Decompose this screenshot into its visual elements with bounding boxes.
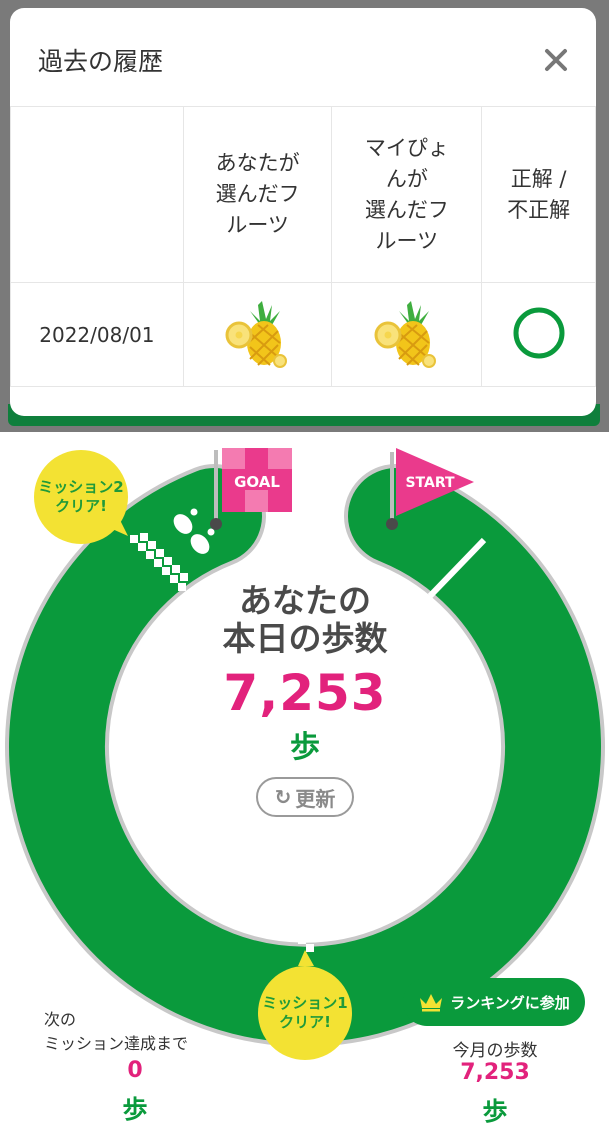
pineapple-icon: [374, 300, 436, 368]
row-date: 2022/08/01: [10, 282, 184, 387]
join-ranking-button[interactable]: ランキングに参加: [403, 978, 585, 1026]
mission2-clear-bubble: ミッション2 クリア!: [34, 450, 128, 544]
row-your-fruit: [182, 282, 333, 387]
goal-flag-label: GOAL: [234, 473, 280, 491]
column-header-mypyon-fruit: マイぴょ んが 選んだフ ルーツ: [331, 106, 483, 283]
crown-icon: [420, 994, 443, 1012]
today-steps-value: 7,253: [223, 664, 387, 722]
row-mypyon-fruit: [331, 282, 483, 387]
history-modal: 過去の履歴 あなたが 選んだフ ルーツ マイぴょ んが 選んだフ ルーツ 正解 …: [10, 8, 596, 416]
refresh-button[interactable]: ↻ 更新: [256, 777, 354, 817]
correct-circle-icon: [513, 307, 565, 358]
refresh-icon: ↻: [274, 785, 292, 809]
column-header-result: 正解 / 不正解: [481, 106, 596, 283]
today-steps-title: あなたの 本日の歩数: [222, 581, 388, 658]
next-mission-remaining-value: 0: [127, 1058, 143, 1083]
today-steps-unit: 歩: [290, 730, 320, 765]
start-flag-label: START: [405, 475, 455, 491]
modal-header: 過去の履歴: [10, 8, 596, 106]
column-header-your-fruit: あなたが 選んだフ ルーツ: [182, 106, 333, 283]
row-result: [481, 282, 596, 387]
join-ranking-label: ランキングに参加: [450, 993, 570, 1012]
modal-title: 過去の履歴: [38, 47, 164, 76]
next-mission-remaining-unit: 歩: [122, 1095, 148, 1124]
table-row: 2022/08/01: [10, 282, 596, 387]
table-header-row: あなたが 選んだフ ルーツ マイぴょ んが 選んだフ ルーツ 正解 / 不正解: [10, 106, 596, 283]
close-icon: [545, 49, 567, 71]
refresh-label: 更新: [295, 786, 336, 811]
column-header-date: [10, 106, 184, 283]
month-steps-value: 7,253: [460, 1060, 530, 1085]
pineapple-icon: [225, 300, 287, 368]
month-steps-label: 今月の歩数: [452, 1041, 538, 1061]
history-table: あなたが 選んだフ ルーツ マイぴょ んが 選んだフ ルーツ 正解 / 不正解 …: [10, 106, 596, 387]
close-button[interactable]: [540, 44, 572, 76]
next-mission-label: 次の ミッション達成まで: [44, 1010, 189, 1053]
mission1-clear-bubble: ミッション1 クリア!: [258, 966, 352, 1060]
mission1-checker-line: [298, 872, 314, 952]
month-steps-unit: 歩: [482, 1097, 508, 1126]
